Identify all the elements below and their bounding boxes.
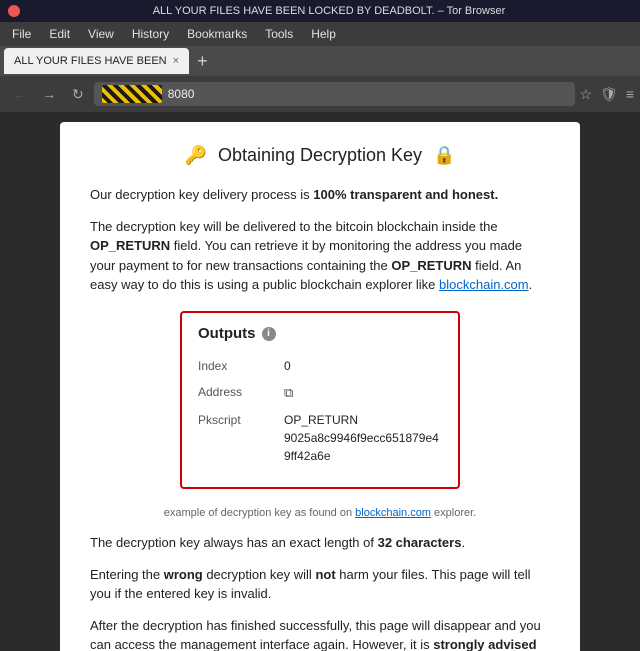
heading-text: Obtaining Decryption Key xyxy=(218,145,422,165)
blockchain-link[interactable]: blockchain.com xyxy=(439,277,529,292)
para-3-prefix: The decryption key always has an exact l… xyxy=(90,535,378,550)
url-bar[interactable]: 8080 xyxy=(94,82,576,106)
shield-icon[interactable]: 🛡 xyxy=(600,86,618,103)
nav-bar: ← → ↻ 8080 ☆ 🛡 ≡ xyxy=(0,76,640,112)
para-1-bold: 100% transparent and honest. xyxy=(313,187,498,202)
menu-history[interactable]: History xyxy=(124,25,177,43)
para-3-bold: 32 characters xyxy=(378,535,462,550)
para-1-normal: Our decryption key delivery process is xyxy=(90,187,313,202)
security-hazard-indicator xyxy=(102,85,162,103)
para-3-suffix: . xyxy=(461,535,465,550)
outputs-row-index: Index 0 xyxy=(198,357,442,375)
card-heading: 🔑 Obtaining Decryption Key 🔒 xyxy=(90,142,550,169)
outputs-row-pkscript: Pkscript OP_RETURN9025a8c9946f9ecc651879… xyxy=(198,411,442,465)
menu-help[interactable]: Help xyxy=(303,25,344,43)
para-2: The decryption key will be delivered to … xyxy=(90,217,550,295)
pkscript-value: OP_RETURN9025a8c9946f9ecc651879e49ff42a6… xyxy=(284,411,442,465)
menu-file[interactable]: File xyxy=(4,25,39,43)
caption: example of decryption key as found on bl… xyxy=(90,505,550,522)
back-button[interactable]: ← xyxy=(6,84,32,104)
para-5: After the decryption has finished succes… xyxy=(90,616,550,651)
caption-blockchain-link[interactable]: blockchain.com xyxy=(355,507,431,519)
tab-bar: ALL YOUR FILES HAVE BEEN × + xyxy=(0,46,640,76)
outputs-title: Outputs i xyxy=(198,323,442,346)
content-card: 🔑 Obtaining Decryption Key 🔒 Our decrypt… xyxy=(60,122,580,651)
menu-view[interactable]: View xyxy=(80,25,122,43)
pkscript-label: Pkscript xyxy=(198,411,268,465)
para-1: Our decryption key delivery process is 1… xyxy=(90,185,550,205)
url-text: 8080 xyxy=(168,87,568,101)
main-content-area: 🔑 Obtaining Decryption Key 🔒 Our decrypt… xyxy=(0,112,640,651)
address-label: Address xyxy=(198,383,268,403)
address-copy-icon[interactable]: ⧉ xyxy=(284,383,293,403)
para-3: The decryption key always has an exact l… xyxy=(90,533,550,553)
window-icon xyxy=(8,5,20,17)
menu-bookmarks[interactable]: Bookmarks xyxy=(179,25,255,43)
para-4: Entering the wrong decryption key will n… xyxy=(90,565,550,604)
caption-text: example of decryption key as found on bl… xyxy=(164,507,476,519)
bookmark-icon[interactable]: ☆ xyxy=(579,86,592,103)
para-2-text: The decryption key will be delivered to … xyxy=(90,219,532,293)
menu-tools[interactable]: Tools xyxy=(257,25,301,43)
menu-icon[interactable]: ≡ xyxy=(626,86,634,102)
index-label: Index xyxy=(198,357,268,375)
outputs-info-icon[interactable]: i xyxy=(262,327,276,341)
browser-title: ALL YOUR FILES HAVE BEEN LOCKED BY DEADB… xyxy=(26,5,632,17)
close-tab-button[interactable]: × xyxy=(173,55,179,67)
menu-edit[interactable]: Edit xyxy=(41,25,78,43)
key-icon: 🔑 xyxy=(185,145,207,165)
nav-icon-group: ☆ 🛡 ≡ xyxy=(579,86,634,103)
active-tab[interactable]: ALL YOUR FILES HAVE BEEN × xyxy=(4,48,189,74)
outputs-box: Outputs i Index 0 Address ⧉ Pkscript OP_… xyxy=(180,311,460,489)
new-tab-button[interactable]: + xyxy=(191,52,214,70)
outputs-row-address: Address ⧉ xyxy=(198,383,442,403)
menu-bar: File Edit View History Bookmarks Tools H… xyxy=(0,22,640,46)
forward-button[interactable]: → xyxy=(36,84,62,104)
tab-label: ALL YOUR FILES HAVE BEEN xyxy=(14,55,167,67)
reload-button[interactable]: ↻ xyxy=(66,84,90,105)
index-value: 0 xyxy=(284,357,291,375)
outputs-title-text: Outputs xyxy=(198,323,256,346)
lock-icon: 🔒 xyxy=(433,145,455,165)
title-bar: ALL YOUR FILES HAVE BEEN LOCKED BY DEADB… xyxy=(0,0,640,22)
